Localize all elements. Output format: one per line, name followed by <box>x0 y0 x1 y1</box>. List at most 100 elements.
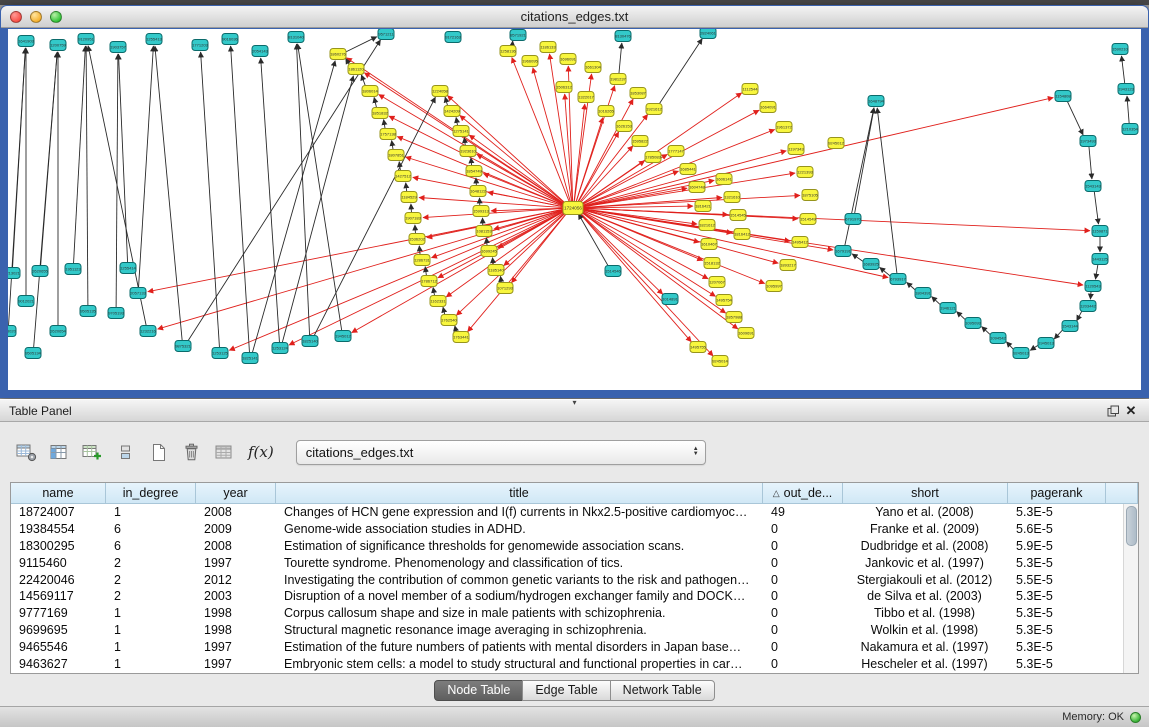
graph-node[interactable]: 1071293 <box>497 283 514 294</box>
tab-network-table[interactable]: Network Table <box>610 680 715 701</box>
cell-out_degree[interactable]: 0 <box>763 640 843 654</box>
graph-node[interactable]: 1648794 <box>868 96 885 107</box>
table-mode-icon[interactable] <box>14 439 38 465</box>
import-table-icon[interactable] <box>212 439 236 465</box>
graph-node[interactable]: 1641903 <box>18 36 35 47</box>
cell-in_degree[interactable]: 2 <box>106 573 196 587</box>
cell-short[interactable]: de Silva et al. (2003) <box>843 589 1008 603</box>
cell-out_degree[interactable]: 0 <box>763 623 843 637</box>
graph-node[interactable]: 1184529 <box>401 192 417 203</box>
graph-node[interactable]: 1322017 <box>578 92 595 103</box>
cell-title[interactable]: Investigating the contribution of common… <box>276 573 763 587</box>
graph-node[interactable]: 1825140 <box>302 336 319 347</box>
cell-short[interactable]: Wolkin et al. (1998) <box>843 623 1008 637</box>
graph-node[interactable]: 1762540 <box>441 315 458 326</box>
cell-out_degree[interactable]: 0 <box>763 556 843 570</box>
cell-title[interactable]: Estimation of the future numbers of pati… <box>276 640 763 654</box>
cell-year[interactable]: 2012 <box>196 573 276 587</box>
cell-pagerank[interactable]: 5.3E-5 <box>1008 657 1106 671</box>
graph-node[interactable]: 1112544 <box>742 84 758 95</box>
cell-short[interactable]: Stergiakouli et al. (2012) <box>843 573 1008 587</box>
graph-node[interactable]: 1321610 <box>724 192 741 203</box>
cell-name[interactable]: 9699695 <box>11 623 106 637</box>
graph-node[interactable]: 1696091 <box>560 54 577 65</box>
graph-node[interactable]: 9016036 <box>222 34 239 45</box>
graph-node[interactable]: 1945012 <box>335 331 352 342</box>
cell-short[interactable]: Jankovic et al. (1997) <box>843 556 1008 570</box>
column-header-name[interactable]: name <box>11 483 106 504</box>
graph-node[interactable]: 1786712 <box>421 276 438 287</box>
table-scrollbar[interactable] <box>1123 504 1138 673</box>
graph-node[interactable]: 1785083 <box>645 152 662 163</box>
graph-node[interactable]: 1699245 <box>481 246 498 257</box>
window-titlebar[interactable]: citations_edges.txt <box>1 6 1148 28</box>
table-row[interactable]: 969969511998Structural magnetic resonanc… <box>11 622 1123 639</box>
cell-short[interactable]: Hescheler et al. (1997) <box>843 657 1008 671</box>
graph-node[interactable]: 1907183 <box>405 213 422 224</box>
graph-node[interactable]: 1197343 <box>788 144 804 155</box>
table-row[interactable]: 1872400712008Changes of HCN gene express… <box>11 504 1123 521</box>
function-builder-button[interactable]: f(x) <box>245 439 277 465</box>
graph-node[interactable]: 9245013 <box>1013 348 1030 359</box>
graph-node[interactable]: 1506312 <box>556 82 573 93</box>
table-selector-dropdown[interactable]: citations_edges.txt ▲▼ <box>296 440 706 465</box>
graph-node[interactable]: 1224058 <box>432 86 449 97</box>
graph-node[interactable]: 1154808 <box>1055 91 1071 102</box>
cell-name[interactable]: 14569117 <box>11 589 106 603</box>
cell-name[interactable]: 9777169 <box>11 606 106 620</box>
graph-node[interactable]: 1757138 <box>380 129 397 140</box>
table-row[interactable]: 946362711997Embryonic stem cells: a mode… <box>11 655 1123 672</box>
graph-node[interactable]: 1595822 <box>632 136 649 147</box>
cell-in_degree[interactable]: 1 <box>106 606 196 620</box>
graph-node[interactable]: 8571921 <box>510 30 527 41</box>
graph-node[interactable]: 1495755 <box>690 342 707 353</box>
graph-node[interactable]: 8131040 <box>288 32 305 43</box>
graph-node[interactable]: 1973493 <box>1080 136 1097 147</box>
cell-year[interactable]: 1997 <box>196 657 276 671</box>
column-header-pagerank[interactable]: pagerank <box>1008 483 1106 504</box>
table-row[interactable]: 1456911722003Disruption of a novel membe… <box>11 588 1123 605</box>
graph-node[interactable]: 1893217 <box>780 260 797 271</box>
graph-node[interactable]: 1443125 <box>1092 254 1109 265</box>
graph-node[interactable]: 1851832 <box>372 108 389 119</box>
graph-node[interactable]: 1816412 <box>734 229 751 240</box>
cell-year[interactable]: 1998 <box>196 606 276 620</box>
cell-in_degree[interactable]: 2 <box>106 556 196 570</box>
graph-node[interactable]: 1903757 <box>110 42 127 53</box>
cell-name[interactable]: 9115460 <box>11 556 106 570</box>
graph-node[interactable]: 1860276 <box>330 49 347 60</box>
graph-node[interactable]: 9213020 <box>8 326 17 337</box>
new-file-icon[interactable] <box>146 439 170 465</box>
graph-node[interactable]: 1200759 <box>50 40 67 51</box>
graph-node[interactable]: 9172163 <box>445 32 462 43</box>
cell-name[interactable]: 18300295 <box>11 539 106 553</box>
graph-node[interactable]: 1861120 <box>348 64 364 75</box>
cell-year[interactable]: 2003 <box>196 589 276 603</box>
graph-node[interactable]: 1664091 <box>760 102 777 113</box>
graph-node[interactable]: 2057133 <box>130 288 147 299</box>
graph-node[interactable]: 1857988 <box>726 312 743 323</box>
graph-node[interactable]: 1518132 <box>704 258 721 269</box>
float-panel-icon[interactable] <box>1104 403 1122 419</box>
new-column-icon[interactable] <box>80 439 104 465</box>
cell-title[interactable]: Corpus callosum shape and size in male p… <box>276 606 763 620</box>
graph-node[interactable]: 1081153 <box>476 226 492 237</box>
cell-out_degree[interactable]: 0 <box>763 522 843 536</box>
graph-node[interactable]: 1253125 <box>212 348 229 359</box>
graph-node[interactable]: 1981237 <box>610 74 627 85</box>
graph-node[interactable]: 1495412 <box>792 237 809 248</box>
cell-title[interactable]: Structural magnetic resonance image aver… <box>276 623 763 637</box>
delete-table-icon[interactable] <box>179 439 203 465</box>
cell-year[interactable]: 2008 <box>196 505 276 519</box>
cell-year[interactable]: 2009 <box>196 522 276 536</box>
graph-node[interactable]: 1806014 <box>362 86 379 97</box>
graph-node[interactable]: 1210354 <box>1122 124 1139 135</box>
graph-node[interactable]: 1427512 <box>395 171 412 182</box>
graph-node[interactable]: 1286731 <box>414 255 431 266</box>
graph-node[interactable]: 1610467 <box>701 239 718 250</box>
graph-node[interactable]: 1590210 <box>1112 44 1129 55</box>
cell-year[interactable]: 1997 <box>196 556 276 570</box>
cell-pagerank[interactable]: 5.3E-5 <box>1008 556 1106 570</box>
graph-node[interactable]: 1854749 <box>466 166 483 177</box>
cell-out_degree[interactable]: 0 <box>763 573 843 587</box>
